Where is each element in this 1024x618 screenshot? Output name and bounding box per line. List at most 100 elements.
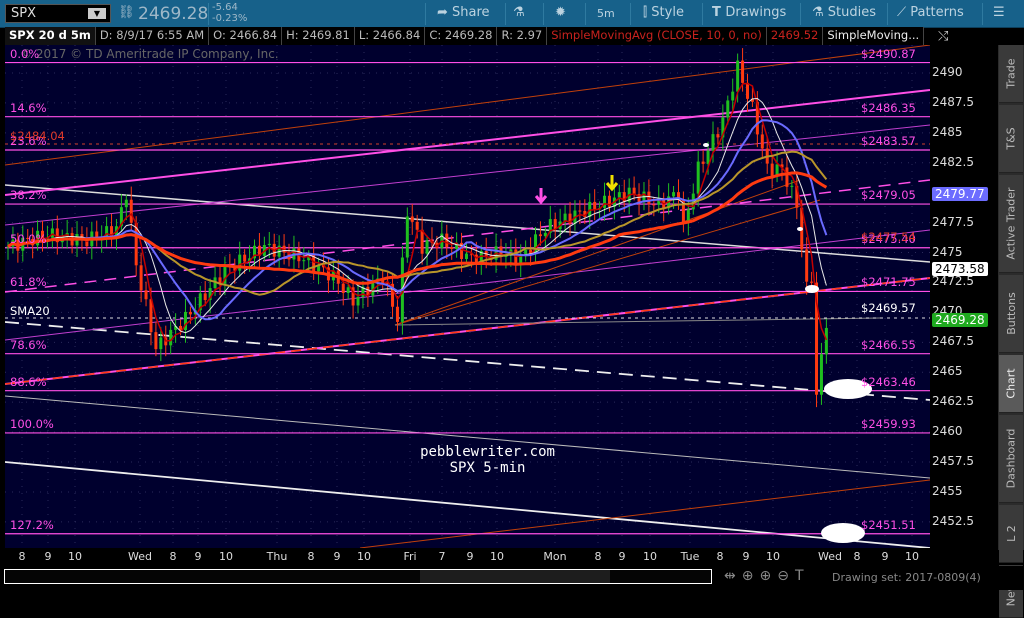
fib-price-label: $2451.51	[861, 517, 916, 532]
side-tab-label: L 2	[1004, 525, 1018, 542]
side-tab-t-s[interactable]: T&S	[999, 105, 1023, 173]
fib-percent-label: 88.6%	[10, 374, 47, 389]
highlight-ellipse	[821, 523, 865, 543]
side-tab-chart[interactable]: Chart	[999, 355, 1023, 413]
candle-body	[770, 163, 774, 176]
time-tick-label: 9	[881, 550, 889, 563]
price-tick-label: 2452.5	[932, 513, 974, 528]
candle-body	[790, 185, 794, 187]
zoom-in-icon[interactable]: ⊕	[759, 568, 777, 584]
candle-body	[129, 199, 133, 223]
fib-price-label: $2479.05	[861, 188, 916, 203]
candle-body	[622, 192, 626, 202]
candle-body	[124, 199, 128, 208]
candle-body	[578, 210, 582, 212]
zoom-out-icon[interactable]: ⊖	[777, 568, 795, 584]
chart-scrollbar[interactable]	[4, 569, 712, 584]
candle-body	[736, 60, 740, 92]
fib-percent-label: 0.0%	[10, 46, 40, 61]
price-tick-label: 2460	[932, 424, 963, 439]
price-tag-white: 2473.58	[932, 261, 988, 276]
time-axis[interactable]: 8 9 10 Wed 8 9 10 Thu 8 9 10 Fri 7 9 10 Mon 8 9 10 Tue 8 9 10 W…	[0, 548, 930, 566]
chart-title: SPX 20 d 5m	[5, 27, 96, 45]
study2-name[interactable]: SimpleMoving...	[823, 27, 925, 45]
side-tab-label: Buttons	[1004, 292, 1018, 335]
sma20-label: SMA20	[10, 304, 50, 318]
price-chart[interactable]	[0, 0, 1024, 590]
candle-body	[415, 221, 419, 230]
candle-body	[425, 240, 429, 254]
watermark-caption: SPX 5-min	[449, 460, 526, 476]
candle-body	[346, 287, 350, 293]
side-tab-label: Dashboard	[1004, 428, 1018, 489]
candle-body	[144, 290, 148, 300]
time-tick-label: 8	[594, 550, 602, 563]
price-tick-label: 2467.5	[932, 334, 974, 349]
candle-body	[706, 150, 710, 164]
chart-tools: ⇹⊕⊕⊖T	[724, 568, 810, 584]
candle-body	[405, 216, 409, 258]
time-tick-label: 10	[905, 550, 919, 563]
candle-body	[603, 195, 607, 208]
side-tab-buttons[interactable]: Buttons	[999, 275, 1023, 353]
candle-body	[716, 134, 720, 138]
candle-body	[824, 327, 828, 355]
side-tab-dashboard[interactable]: Dashboard	[999, 415, 1023, 503]
price-axis[interactable]: 2490 2487.5 2485 2482.5 2477.5 2475 2472.5 2470…	[930, 45, 998, 548]
fib-price-label: $2490.87	[861, 46, 916, 61]
candle-body	[632, 187, 636, 195]
candle-body	[267, 243, 271, 246]
study-name[interactable]: SimpleMovingAvg (CLOSE, 10, 0, no)	[547, 27, 767, 45]
time-tick-label: 9	[194, 550, 202, 563]
highlight-ellipse	[805, 285, 819, 293]
side-tab-label: Active Trader	[1004, 187, 1018, 260]
candle-body	[701, 161, 705, 164]
time-tick-label: 8	[716, 550, 724, 563]
fib-percent-label: 127.2%	[10, 517, 54, 532]
candle-body	[810, 281, 814, 283]
time-tick-label: 8	[853, 550, 861, 563]
collapse-icon[interactable]: ⤭	[938, 29, 948, 44]
price-tick-label: 2472.5	[932, 274, 974, 289]
candle-body	[464, 253, 468, 259]
bar-low: L: 2466.84	[354, 27, 426, 45]
watermark-site: pebblewriter.com	[420, 444, 555, 460]
marker	[703, 143, 709, 147]
chart-info-bar: SPX 20 d 5m D: 8/9/17 6:55 AM O: 2466.84…	[5, 27, 925, 45]
crosshair-icon[interactable]: ⊕	[742, 568, 760, 584]
time-tick-label: 10	[643, 550, 657, 563]
side-tab-trade[interactable]: Trade	[999, 45, 1023, 103]
drawing-set[interactable]: Drawing set: 2017-0809(4)	[832, 571, 981, 584]
fib-price-label: $2471.75	[861, 275, 916, 290]
time-tick-label: 9	[333, 550, 341, 563]
candle-body	[819, 354, 823, 395]
price-tick-label: 2455	[932, 483, 963, 498]
price-tick-label: 2475	[932, 244, 963, 259]
candle-body	[420, 229, 424, 254]
study-value: 2469.52	[766, 27, 824, 45]
candle-body	[746, 82, 749, 99]
bar-date: D: 8/9/17 6:55 AM	[95, 27, 210, 45]
price-tag-blue: 2479.77	[932, 187, 988, 202]
fib-price-label: $2463.46	[861, 374, 916, 389]
fib-percent-label: 61.8%	[10, 275, 47, 290]
time-tick-label: 10	[490, 550, 504, 563]
time-tick-label: 8	[18, 550, 26, 563]
candle-body	[169, 329, 173, 346]
bar-range: R: 2.97	[497, 27, 548, 45]
time-tick-label: 10	[219, 550, 233, 563]
fib-percent-label: 100.0%	[10, 416, 54, 431]
text-icon[interactable]: T	[795, 568, 810, 584]
scrollbar-thumb[interactable]	[420, 570, 610, 583]
bar-open: O: 2466.84	[209, 27, 283, 45]
time-tick-label: 8	[169, 550, 177, 563]
pan-icon[interactable]: ⇹	[724, 568, 742, 584]
copyright: © 2017 © TD Ameritrade IP Company, Inc.	[20, 47, 279, 61]
level-label-red: $2477.54	[861, 230, 916, 244]
candle-body	[760, 134, 764, 149]
side-tab-active-trader[interactable]: Active Trader	[999, 175, 1023, 273]
watermark: pebblewriter.com SPX 5-min	[395, 444, 580, 476]
fib-price-label: $2466.55	[861, 337, 916, 352]
last-price-tag: 2469.28	[932, 313, 988, 328]
side-tab-l-2[interactable]: L 2	[999, 505, 1023, 563]
